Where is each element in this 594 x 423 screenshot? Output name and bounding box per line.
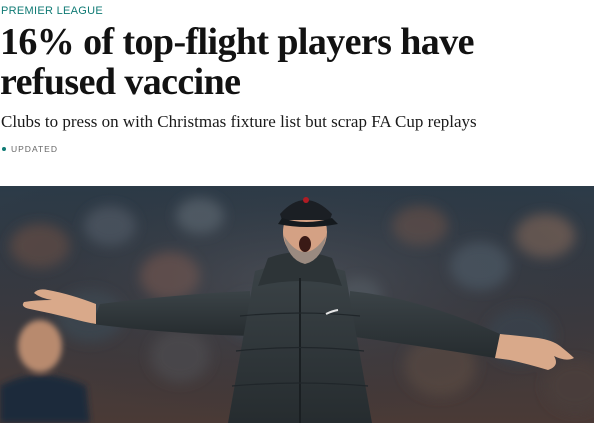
hero-image[interactable] (0, 186, 594, 423)
section-link[interactable]: PREMIER LEAGUE (1, 5, 103, 17)
updated-indicator: UPDATED (2, 144, 58, 154)
article-standfirst: Clubs to press on with Christmas fixture… (1, 112, 477, 131)
hero-photo (0, 186, 594, 423)
article: PREMIER LEAGUE 16% of top-flight players… (0, 0, 594, 423)
status-dot-icon (2, 147, 6, 151)
updated-label: UPDATED (11, 144, 58, 154)
article-headline: 16% of top-flight players have refused v… (0, 21, 474, 103)
